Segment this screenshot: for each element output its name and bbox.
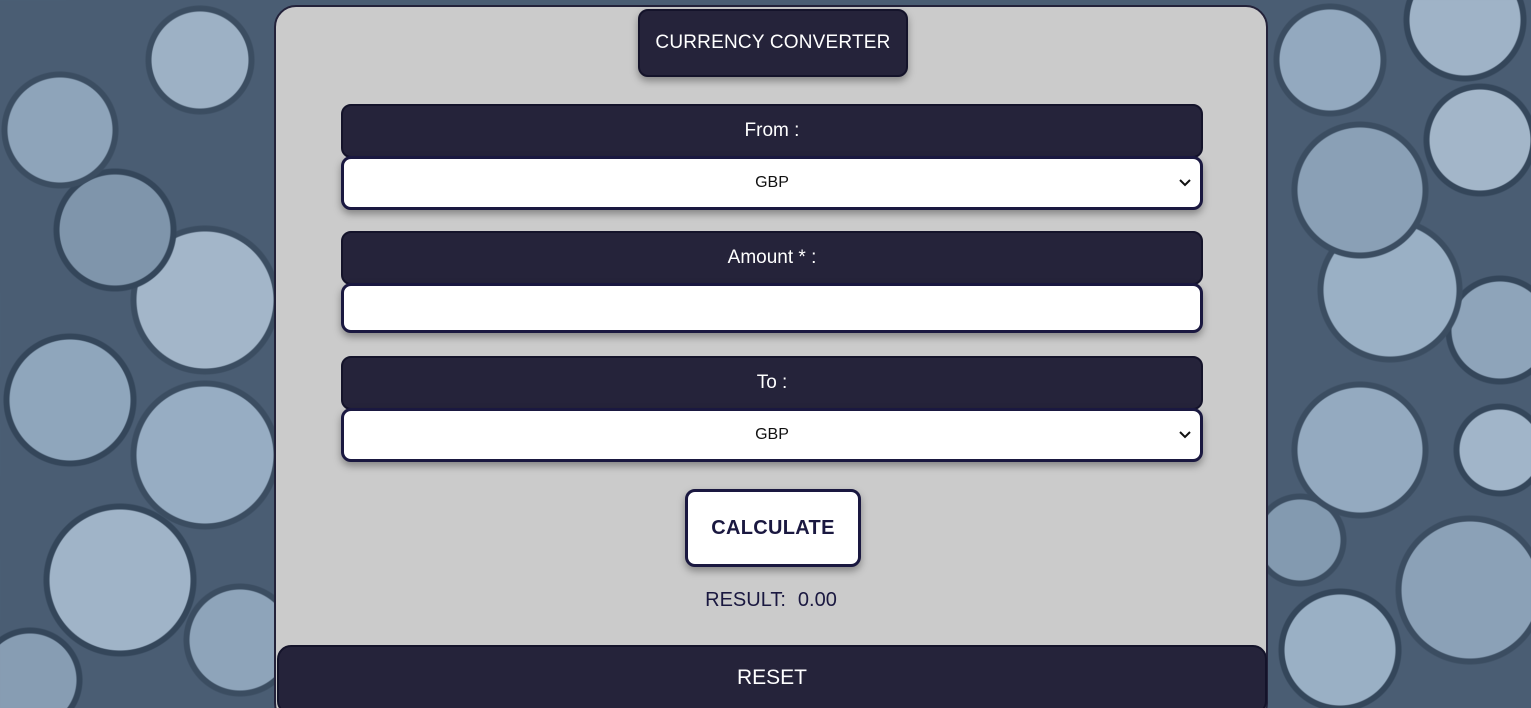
amount-label: Amount * :: [341, 231, 1203, 285]
converter-panel: CURRENCY CONVERTER From : GBP Amount * :…: [274, 5, 1268, 708]
from-currency-select[interactable]: GBP: [341, 156, 1203, 210]
amount-field: Amount * :: [341, 231, 1203, 333]
from-selected-value: GBP: [755, 174, 789, 191]
chevron-down-icon: [1178, 176, 1192, 190]
from-label: From :: [341, 104, 1203, 158]
calculate-button[interactable]: CALCULATE: [685, 489, 861, 567]
to-field: To : GBP: [341, 356, 1203, 462]
page-background: { "app": { "title": "CURRENCY CONVERTER"…: [0, 0, 1531, 708]
result-value: 0.00: [797, 589, 837, 611]
to-selected-value: GBP: [755, 426, 789, 443]
from-field: From : GBP: [341, 104, 1203, 210]
to-label: To :: [341, 356, 1203, 410]
result-label: RESULT:: [705, 589, 786, 611]
page-title: CURRENCY CONVERTER: [638, 9, 908, 77]
reset-button[interactable]: RESET: [277, 645, 1267, 708]
amount-input[interactable]: [341, 283, 1203, 333]
chevron-down-icon: [1178, 428, 1192, 442]
result-line: RESULT: 0.00: [276, 589, 1266, 612]
to-currency-select[interactable]: GBP: [341, 408, 1203, 462]
